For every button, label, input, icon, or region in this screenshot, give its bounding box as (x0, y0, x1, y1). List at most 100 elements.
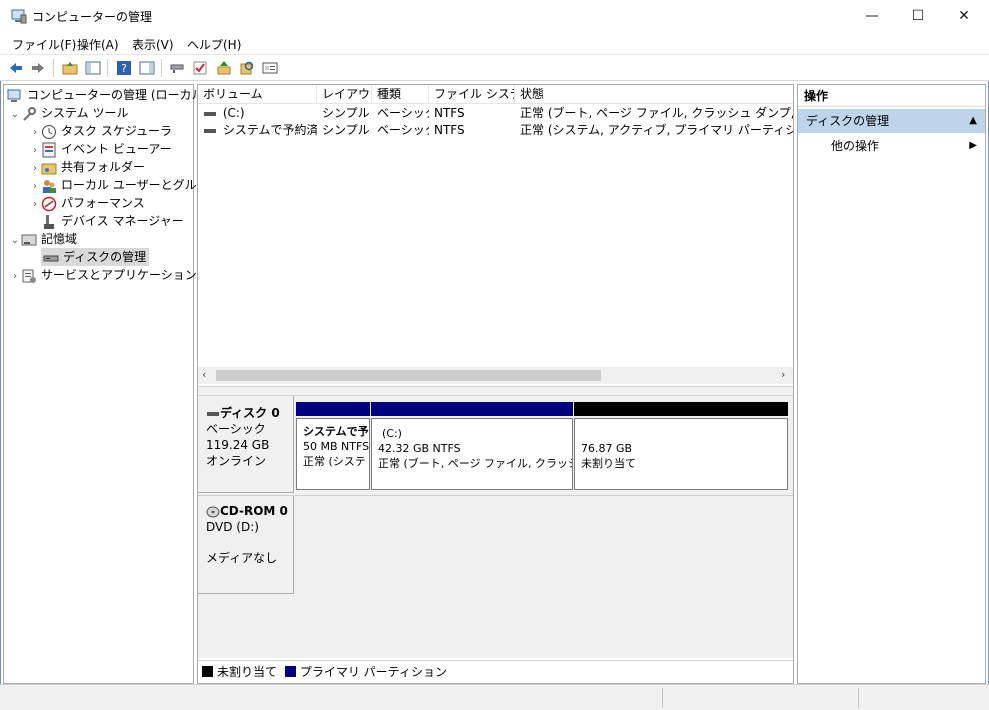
tree-item-label: システム ツール (41, 106, 129, 120)
horizontal-scrollbar[interactable]: ‹ › (198, 367, 793, 384)
actions-section-label: ディスクの管理 (806, 114, 890, 128)
import-icon[interactable] (214, 58, 234, 78)
menu-help[interactable]: ヘルプ(H) (187, 36, 241, 53)
column-layout[interactable]: レイアウト (317, 85, 372, 104)
tree-item-system-tools[interactable]: ⌄ システム ツール (9, 104, 128, 122)
chevron-down-icon[interactable]: ⌄ (9, 106, 21, 124)
volume-row[interactable]: システムで予約済み シンプル ベーシック NTFS 正常 (システム, アクティ… (198, 122, 793, 139)
partition-c-drive[interactable]: (C:) 42.32 GB NTFS 正常 (ブート, ページ ファイル, クラ… (371, 402, 573, 490)
search-icon[interactable] (237, 58, 257, 78)
computer-management-icon (7, 89, 21, 102)
chevron-right-icon[interactable]: › (9, 268, 21, 286)
tree-item-disk-management[interactable]: ディスクの管理 (41, 248, 150, 266)
tree-item-storage[interactable]: ⌄ 記憶域 (9, 230, 77, 248)
storage-icon (21, 234, 37, 245)
close-button[interactable]: ✕ (941, 0, 987, 32)
up-folder-icon[interactable] (60, 58, 80, 78)
cdrom0-state: メディアなし (206, 551, 278, 565)
column-type[interactable]: 種類 (372, 85, 429, 104)
title-bar: コンピューターの管理 — ☐ ✕ (0, 0, 989, 32)
volume-cell: (C:) (198, 105, 317, 122)
layout-cell: シンプル (322, 123, 370, 137)
pane-splitter[interactable] (198, 386, 793, 396)
tree-item-task-scheduler[interactable]: › タスク スケジューラ (29, 122, 172, 140)
partition-name: (C:) (382, 427, 402, 440)
disk-icon (43, 255, 59, 261)
event-viewer-icon (42, 142, 56, 157)
show-hide-action-icon[interactable] (137, 58, 157, 78)
tree-item-event-viewer[interactable]: › イベント ビューアー (29, 140, 172, 158)
tree-item-shared-folders[interactable]: › 共有フォルダー (29, 158, 145, 176)
partition-unallocated[interactable]: 76.87 GB 未割り当て (574, 402, 788, 490)
volume-row[interactable]: (C:) シンプル ベーシック NTFS 正常 (ブート, ページ ファイル, … (198, 105, 793, 122)
tree-item-label: デバイス マネージャー (61, 214, 184, 228)
legend-swatch-unallocated (202, 666, 213, 677)
show-hide-tree-icon[interactable] (83, 58, 103, 78)
tree-item-label: サービスとアプリケーション (41, 268, 197, 282)
volume-icon (204, 111, 216, 116)
scrollbar-thumb[interactable] (216, 370, 601, 381)
more-actions-label: 他の操作 (831, 139, 880, 153)
tree-item-label: 共有フォルダー (61, 160, 146, 174)
status-segment (858, 688, 859, 708)
tools-icon (23, 106, 36, 121)
tree-item-device-manager[interactable]: デバイス マネージャー (41, 212, 184, 230)
chevron-down-icon[interactable]: ⌄ (9, 232, 21, 250)
tree-item-local-users[interactable]: › ローカル ユーザーとグループ (29, 176, 220, 194)
legend-label-primary: プライマリ パーティション (299, 665, 447, 679)
tree-item-root[interactable]: コンピューターの管理 (ローカル) (7, 86, 208, 104)
window-title: コンピューターの管理 (32, 10, 153, 24)
partition-bar (371, 402, 573, 416)
navigation-tree: コンピューターの管理 (ローカル) ⌄ システム ツール › タスク スケジューラ … (3, 84, 220, 684)
partition-size: 42.32 GB NTFS (378, 442, 461, 455)
partition-box: (C:) 42.32 GB NTFS 正常 (ブート, ページ ファイル, クラ… (371, 418, 573, 490)
tree-item-performance[interactable]: › パフォーマンス (29, 194, 145, 212)
partition-bar (296, 402, 370, 416)
toolbar-separator (107, 59, 108, 77)
tree-item-services-apps[interactable]: › サービスとアプリケーション (9, 266, 197, 284)
back-icon[interactable] (6, 58, 26, 78)
menu-file[interactable]: ファイル(F) (12, 36, 76, 53)
scroll-left-icon[interactable]: ‹ (202, 368, 206, 381)
actions-header: 操作 (798, 85, 985, 107)
partition-box: システムで予 50 MB NTFS 正常 (システ (296, 418, 370, 490)
tree-item-label: タスク スケジューラ (61, 124, 172, 138)
connect-icon[interactable] (167, 58, 187, 78)
toolbar-separator (161, 59, 162, 77)
partition-bar (574, 402, 788, 416)
volume-name: システムで予約済み (222, 123, 317, 137)
chevron-right-icon[interactable]: › (29, 196, 41, 214)
disk0-label[interactable]: ディスク 0 ベーシック 119.24 GB オンライン (198, 396, 294, 493)
help-icon[interactable]: ? (114, 58, 134, 78)
check-icon[interactable] (190, 58, 210, 78)
disk0-state: オンライン (206, 454, 267, 468)
partition-system-reserved[interactable]: システムで予 50 MB NTFS 正常 (システ (296, 402, 370, 490)
disk0-type: ベーシック (206, 422, 266, 436)
column-volume[interactable]: ボリューム (198, 85, 317, 104)
column-status[interactable]: 状態 (515, 85, 793, 104)
menu-view[interactable]: 表示(V) (132, 36, 174, 53)
actions-section-disk-management[interactable]: ディスクの管理 ▲ (798, 109, 985, 133)
minimize-button[interactable]: — (849, 0, 895, 32)
clock-icon (42, 124, 56, 139)
disk0-name: ディスク 0 (220, 406, 280, 420)
forward-icon[interactable] (28, 58, 48, 78)
layout-cell: シンプル (322, 106, 370, 120)
scroll-right-icon[interactable]: › (781, 368, 785, 381)
cdrom0-label[interactable]: CD-ROM 0 DVD (D:) メディアなし (198, 496, 294, 594)
properties-icon[interactable] (260, 58, 280, 78)
tree-item-label: パフォーマンス (61, 196, 145, 210)
partition-box: 76.87 GB 未割り当て (574, 418, 788, 490)
maximize-button[interactable]: ☐ (895, 0, 941, 32)
type-cell: ベーシック (377, 123, 429, 137)
partition-size: 50 MB NTFS (303, 440, 369, 453)
cdrom0-drive: DVD (D:) (206, 520, 259, 534)
tree-item-label: イベント ビューアー (61, 142, 172, 156)
collapse-up-icon[interactable]: ▲ (969, 109, 977, 133)
volume-cell: システムで予約済み (198, 122, 317, 139)
partition-status: 正常 (システ (303, 455, 366, 468)
menu-action[interactable]: 操作(A) (77, 36, 119, 53)
more-actions-item[interactable]: 他の操作 ▶ (798, 136, 985, 156)
services-icon (22, 269, 36, 283)
column-filesystem[interactable]: ファイル システム (429, 85, 515, 104)
